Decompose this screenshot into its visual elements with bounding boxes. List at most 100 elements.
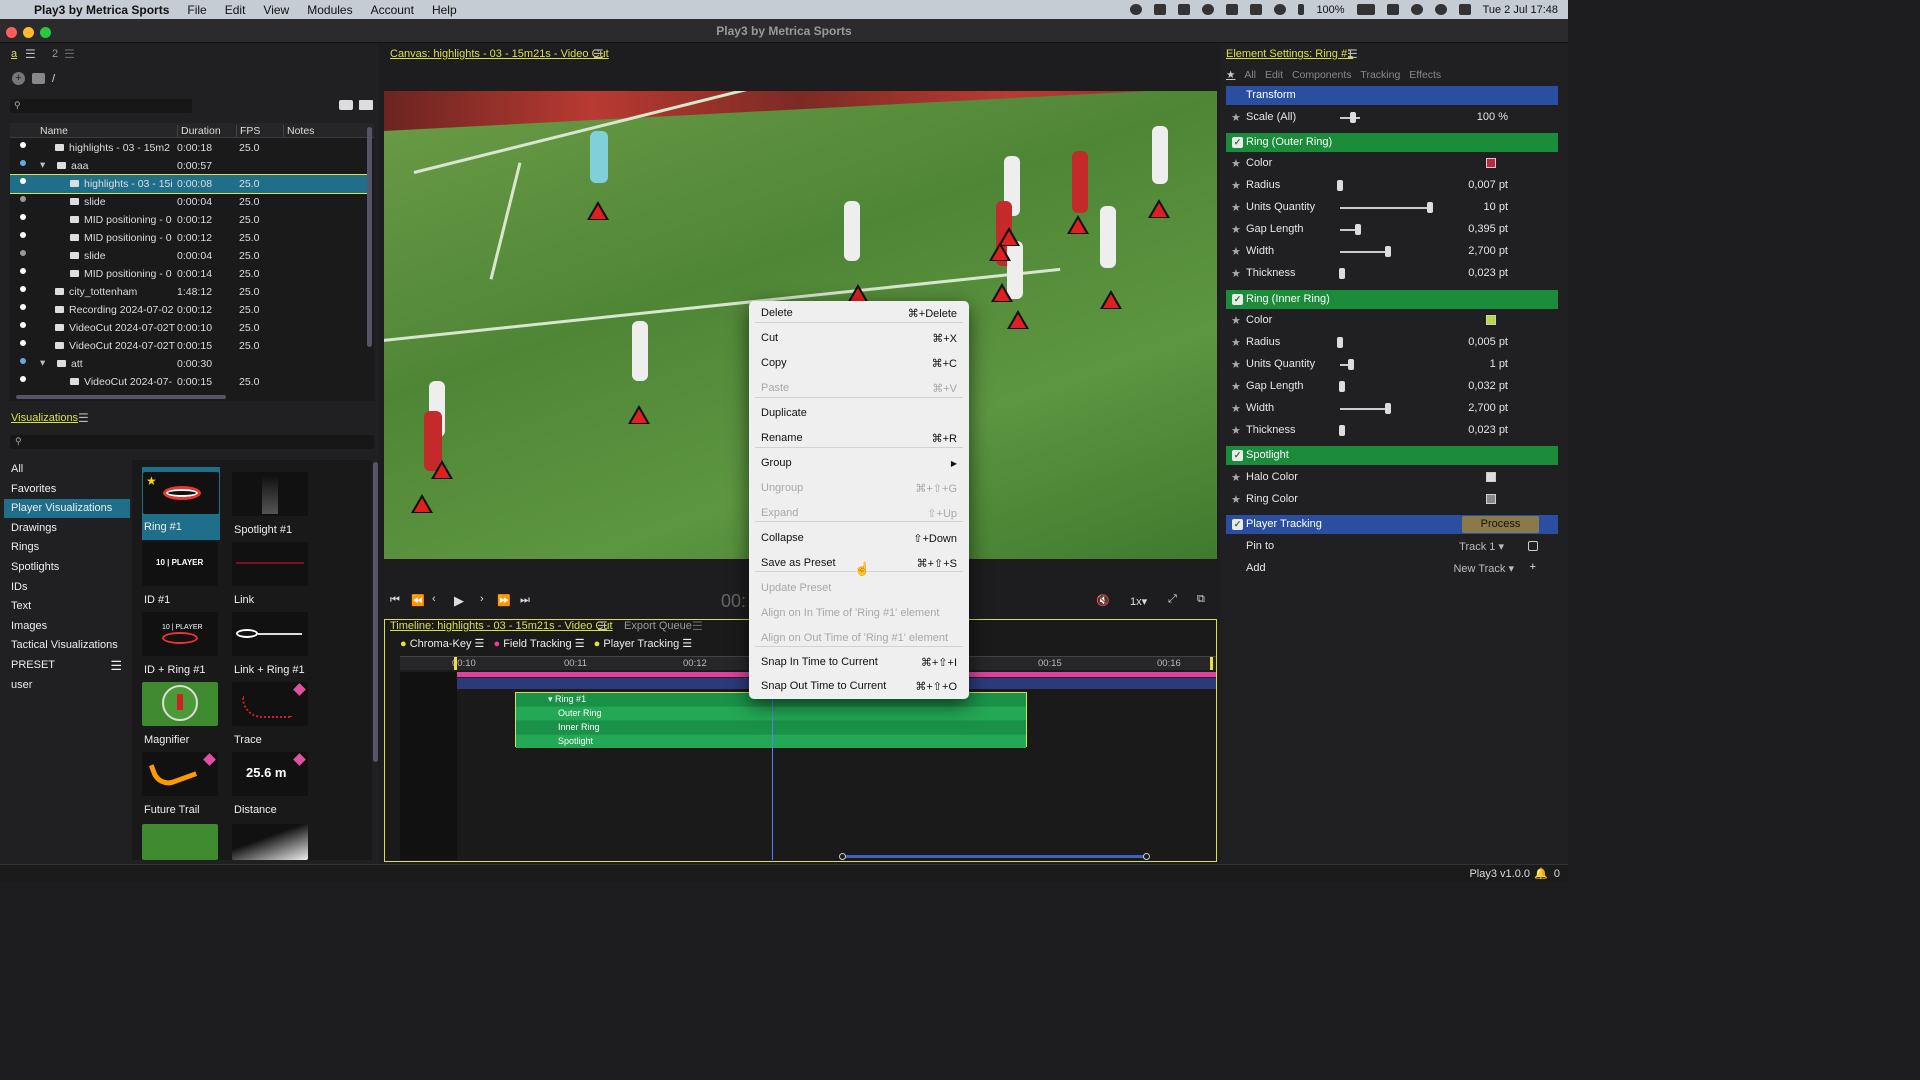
element-settings-title[interactable]: Element Settings: Ring #1	[1226, 48, 1353, 60]
bluetooth-icon[interactable]	[1298, 4, 1305, 15]
user-icon[interactable]	[1410, 4, 1423, 15]
pin-checkbox[interactable]	[1528, 541, 1538, 551]
menu-icon[interactable]: ☰	[25, 47, 36, 61]
library-search-input[interactable]	[10, 99, 192, 113]
slider-knob[interactable]	[1338, 381, 1345, 392]
camera-icon[interactable]	[339, 100, 353, 110]
control-center-icon[interactable]	[1458, 4, 1471, 15]
viz-item-id-ring[interactable]: 10 | PLAYER ID + Ring #1	[142, 612, 222, 676]
close-button[interactable]	[6, 27, 17, 38]
checkbox[interactable]: ✓	[1232, 450, 1243, 461]
star-icon[interactable]: ★	[1231, 267, 1241, 280]
category-item[interactable]: Rings	[4, 538, 130, 557]
category-item[interactable]: All	[4, 460, 130, 479]
menu-item-copy[interactable]: Copy ⌘+C	[749, 351, 969, 375]
value-slider[interactable]	[1340, 386, 1432, 388]
zoom-scrollbar[interactable]	[842, 855, 1147, 858]
keyboard-icon[interactable]	[1226, 4, 1239, 15]
menu-item-snap-out-time-to-current[interactable]: Snap Out Time to Current ⌘+⇧+O	[749, 674, 969, 698]
export-queue-tab[interactable]: Export Queue	[624, 620, 692, 632]
row-value[interactable]: 1 pt	[1490, 358, 1508, 370]
module-player-tracking[interactable]: ● Player Tracking ☰	[594, 637, 692, 650]
module-field-tracking[interactable]: ● Field Tracking ☰	[493, 637, 584, 650]
value-slider[interactable]	[1340, 430, 1432, 432]
value-slider[interactable]	[1340, 273, 1432, 275]
section-inner-ring[interactable]: ✓ Ring (Inner Ring)	[1226, 290, 1558, 309]
section-transform[interactable]: Transform	[1226, 86, 1558, 105]
canvas-title[interactable]: Canvas: highlights - 03 - 15m21s - Video…	[390, 48, 609, 60]
menu-modules[interactable]: Modules	[307, 3, 352, 17]
star-icon[interactable]: ★	[1226, 69, 1235, 81]
moon-icon[interactable]	[1202, 4, 1215, 15]
col-notes[interactable]: Notes	[283, 125, 314, 137]
slider-knob[interactable]	[1338, 268, 1345, 279]
record-icon[interactable]	[1130, 4, 1143, 15]
value-slider[interactable]	[1340, 342, 1432, 344]
star-icon[interactable]: ★	[1231, 402, 1241, 415]
module-chroma-key[interactable]: ● Chroma-Key ☰	[400, 637, 484, 650]
category-item[interactable]: Player Visualizations	[4, 499, 130, 519]
tab-tracking[interactable]: Tracking	[1360, 69, 1400, 81]
table-row[interactable]: Recording 2024-07-02 0:00:12 25.0	[10, 301, 368, 319]
play-icon[interactable]	[1274, 4, 1287, 15]
notification-count[interactable]: 0	[1554, 868, 1560, 880]
value-slider[interactable]	[1340, 229, 1432, 231]
table-row[interactable]: highlights - 03 - 15m2 0:00:18 25.0	[10, 139, 368, 157]
slider-knob[interactable]	[1384, 403, 1391, 414]
out-marker[interactable]	[1210, 657, 1213, 670]
menu-file[interactable]: File	[187, 3, 206, 17]
table-row[interactable]: slide 0:00:04 25.0	[10, 247, 368, 265]
viz-search-input[interactable]	[10, 435, 374, 449]
battery-icon[interactable]	[1356, 4, 1375, 15]
fast-forward-icon[interactable]: ⏩	[497, 594, 511, 607]
slider-knob[interactable]	[1427, 202, 1434, 213]
tab-edit[interactable]: Edit	[1265, 69, 1283, 81]
row-value[interactable]: 0,007 pt	[1468, 179, 1508, 191]
mute-icon[interactable]: 🔇	[1096, 594, 1110, 607]
track-outer-ring[interactable]: Outer Ring	[516, 707, 1026, 720]
tab-a[interactable]: a	[11, 48, 17, 60]
table-row[interactable]: VideoCut 2024-07-02T 0:00:15 25.0	[10, 337, 368, 355]
section-outer-ring[interactable]: ✓ Ring (Outer Ring)	[1226, 133, 1558, 152]
bell-icon[interactable]: 🔔	[1534, 867, 1548, 880]
window-icon[interactable]	[1250, 4, 1263, 15]
process-button[interactable]: Process	[1462, 516, 1539, 533]
visualizations-title[interactable]: Visualizations	[11, 412, 78, 424]
viz-item-magnifier[interactable]: Magnifier	[142, 682, 222, 746]
star-icon[interactable]: ★	[1231, 358, 1241, 371]
category-item[interactable]: user	[4, 676, 130, 695]
menu-help[interactable]: Help	[432, 3, 457, 17]
playhead[interactable]	[772, 692, 773, 860]
new-track-select[interactable]: New Track ▾	[1453, 562, 1514, 575]
in-marker[interactable]	[454, 657, 457, 670]
menu-view[interactable]: View	[263, 3, 289, 17]
table-row[interactable]: MID positioning - 0 0:00:12 25.0	[10, 229, 368, 247]
slider-knob[interactable]	[1338, 425, 1345, 436]
category-item[interactable]: Tactical Visualizations	[4, 636, 130, 655]
category-item[interactable]: PRESET ☰	[4, 656, 130, 675]
category-item[interactable]: Drawings	[4, 519, 130, 538]
row-value[interactable]: 0,395 pt	[1468, 223, 1508, 235]
category-item[interactable]: Favorites	[4, 480, 130, 499]
star-icon[interactable]: ★	[1231, 111, 1241, 124]
menu-account[interactable]: Account	[371, 3, 414, 17]
menu-item-snap-in-time-to-current[interactable]: Snap In Time to Current ⌘+⇧+I	[749, 650, 969, 674]
star-icon[interactable]: ★	[1231, 336, 1241, 349]
step-back-icon[interactable]: ‹	[432, 593, 436, 605]
star-icon[interactable]: ★	[1231, 314, 1241, 327]
play-icon[interactable]: ▶	[454, 593, 464, 609]
track-inner-ring[interactable]: Inner Ring	[516, 721, 1026, 734]
slider-knob[interactable]	[1384, 246, 1391, 257]
star-icon[interactable]: ★	[1231, 493, 1241, 506]
chevron-down-icon[interactable]: ▾	[548, 694, 553, 704]
search-icon[interactable]	[1434, 4, 1447, 15]
category-item[interactable]: Spotlights	[4, 558, 130, 577]
viz-item-more-1[interactable]	[142, 824, 222, 860]
row-value[interactable]: 0,005 pt	[1468, 336, 1508, 348]
table-row[interactable]: ▾ aaa 0:00:57	[10, 157, 368, 175]
slider-knob[interactable]	[1355, 224, 1362, 235]
table-row[interactable]: city_tottenham 1:48:12 25.0	[10, 283, 368, 301]
menu-item-duplicate[interactable]: Duplicate	[749, 401, 969, 425]
star-icon[interactable]: ★	[1231, 179, 1241, 192]
menu-icon[interactable]: ☰	[597, 619, 608, 633]
